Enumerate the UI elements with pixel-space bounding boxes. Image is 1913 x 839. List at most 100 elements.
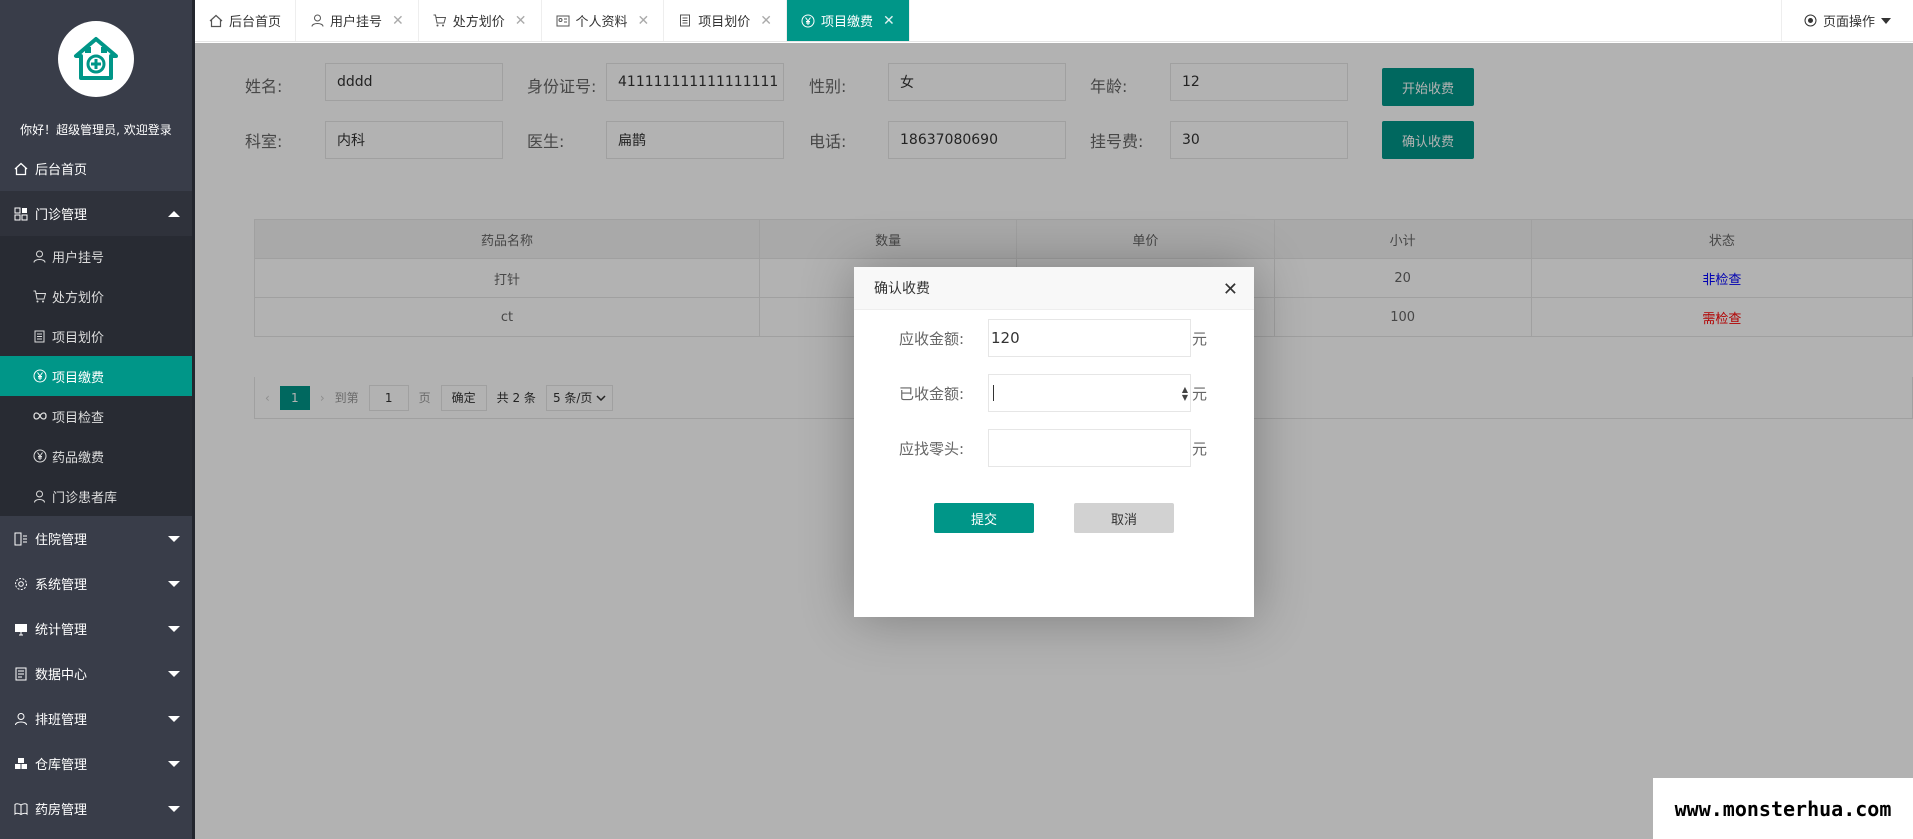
close-icon[interactable]: ✕ — [392, 13, 404, 29]
close-icon[interactable]: ✕ — [883, 13, 895, 29]
sub-item-project-check[interactable]: 项目检查 — [0, 396, 192, 436]
nav-schedule[interactable]: 排班管理 — [0, 696, 192, 741]
received-unit: 元 — [1192, 385, 1208, 403]
tab-prescription[interactable]: 处方划价 ✕ — [419, 0, 542, 41]
close-icon[interactable]: ✕ — [515, 13, 527, 29]
receivable-input[interactable]: 120 — [988, 319, 1191, 357]
cart-icon — [433, 14, 447, 28]
sub-item-label: 项目检查 — [52, 410, 105, 426]
nav-pharmacy-label: 药房管理 — [35, 803, 88, 818]
yen-icon — [32, 449, 47, 464]
sub-item-prescription[interactable]: 处方划价 — [0, 276, 192, 316]
page-operations-label: 页面操作 — [1822, 15, 1875, 30]
sub-item-label: 项目划价 — [52, 330, 105, 346]
tab-label: 用户挂号 — [330, 15, 383, 30]
doc-icon — [678, 14, 692, 28]
tab-home[interactable]: 后台首页 — [195, 0, 297, 41]
person-icon — [32, 489, 47, 504]
nav-home[interactable]: 后台首页 — [0, 146, 192, 191]
close-icon[interactable]: ✕ — [1223, 279, 1238, 300]
nav-system[interactable]: 系统管理 — [0, 561, 192, 606]
submit-button[interactable]: 提交 — [934, 503, 1034, 533]
cubes-icon — [13, 756, 29, 772]
sub-item-register[interactable]: 用户挂号 — [0, 236, 192, 276]
cart-icon — [32, 289, 47, 304]
watermark: www.monsterhua.com — [1653, 778, 1913, 839]
sub-item-project-pricing[interactable]: 项目划价 — [0, 316, 192, 356]
logo-area — [0, 0, 192, 118]
infinity-icon — [32, 409, 47, 424]
yen-icon — [32, 369, 47, 384]
close-icon[interactable]: ✕ — [760, 13, 772, 29]
grid-icon — [13, 206, 29, 222]
received-input[interactable]: ▲ ▼ — [988, 374, 1191, 412]
tab-register[interactable]: 用户挂号 ✕ — [296, 0, 419, 41]
welcome-text: 你好！超级管理员, 欢迎登录 — [20, 123, 172, 137]
nav-pharmacy[interactable]: 药房管理 — [0, 786, 192, 831]
radio-dot-icon — [1804, 14, 1817, 27]
nav-data-center[interactable]: 数据中心 — [0, 651, 192, 696]
document-icon — [13, 666, 29, 682]
tab-label: 后台首页 — [229, 15, 282, 30]
chevron-down-icon — [168, 805, 180, 812]
sub-item-drug-payment[interactable]: 药品缴费 — [0, 436, 192, 476]
change-input[interactable] — [988, 429, 1191, 467]
chevron-down-icon — [168, 760, 180, 767]
nav-system-label: 系统管理 — [35, 578, 88, 593]
chevron-down-icon — [168, 535, 180, 542]
tab-label: 项目缴费 — [821, 15, 874, 30]
user-icon — [310, 14, 324, 28]
caret-down-icon — [1881, 17, 1891, 24]
tab-profile[interactable]: 个人资料 ✕ — [542, 0, 665, 41]
text-cursor — [993, 385, 994, 401]
chevron-down-icon — [168, 580, 180, 587]
number-spinner-icon[interactable]: ▲ ▼ — [1182, 386, 1188, 402]
chevron-up-icon — [168, 210, 180, 217]
hospital-logo — [58, 21, 134, 97]
chevron-down-icon — [168, 625, 180, 632]
nav-data-center-label: 数据中心 — [35, 668, 88, 683]
tab-label: 处方划价 — [452, 15, 505, 30]
tab-project-payment[interactable]: 项目缴费 ✕ — [787, 0, 910, 41]
outpatient-submenu: 用户挂号 处方划价 项目划价 项目缴费 项目检查 药品缴费 门诊患者库 — [0, 236, 192, 516]
sub-item-project-payment[interactable]: 项目缴费 — [0, 356, 192, 396]
sub-item-label: 药品缴费 — [52, 450, 105, 466]
receivable-unit: 元 — [1192, 330, 1208, 348]
id-card-icon — [556, 14, 570, 28]
receivable-label: 应收金额: — [898, 330, 964, 348]
nav-warehouse[interactable]: 仓库管理 — [0, 741, 192, 786]
nav-statistics[interactable]: 统计管理 — [0, 606, 192, 651]
home-icon — [13, 161, 29, 177]
nav-inpatient-label: 住院管理 — [35, 533, 88, 548]
gear-icon — [13, 576, 29, 592]
change-unit: 元 — [1192, 440, 1208, 458]
monitor-icon — [13, 621, 29, 637]
nav-outpatient-label: 门诊管理 — [35, 208, 88, 223]
user-icon — [13, 711, 29, 727]
close-icon[interactable]: ✕ — [638, 13, 650, 29]
sub-item-label: 项目缴费 — [52, 370, 105, 386]
user-icon — [32, 249, 47, 264]
sub-item-label: 用户挂号 — [52, 250, 105, 266]
cancel-button[interactable]: 取消 — [1074, 503, 1174, 533]
sidebar: 你好！超级管理员, 欢迎登录 后台首页 门诊管理 用户挂号 处方划价 项目划价 … — [0, 0, 195, 839]
dialog-title: 确认收费 — [854, 267, 1254, 310]
nav-home-label: 后台首页 — [35, 163, 88, 178]
book-icon — [13, 801, 29, 817]
chevron-down-icon — [168, 670, 180, 677]
nav-outpatient[interactable]: 门诊管理 — [0, 191, 192, 236]
yen-icon — [801, 14, 815, 28]
tab-bar: 后台首页 用户挂号 ✕ 处方划价 ✕ 个人资料 ✕ 项目划价 ✕ 项目缴费 ✕ … — [195, 0, 1913, 42]
nav-schedule-label: 排班管理 — [35, 713, 88, 728]
tab-project-pricing[interactable]: 项目划价 ✕ — [664, 0, 788, 41]
tab-label: 项目划价 — [698, 15, 751, 30]
nav-warehouse-label: 仓库管理 — [35, 758, 88, 773]
page-operations-menu[interactable]: 页面操作 — [1780, 0, 1913, 41]
nav-inpatient[interactable]: 住院管理 — [0, 516, 192, 561]
building-icon — [13, 531, 29, 547]
sub-item-patient-library[interactable]: 门诊患者库 — [0, 476, 192, 516]
confirm-charge-dialog: 确认收费 ✕ 应收金额: 120 元 已收金额: ▲ ▼ 元 应找零头: 元 提交… — [854, 267, 1254, 617]
doc-icon — [32, 329, 47, 344]
change-label: 应找零头: — [898, 440, 964, 458]
tab-label: 个人资料 — [575, 15, 628, 30]
